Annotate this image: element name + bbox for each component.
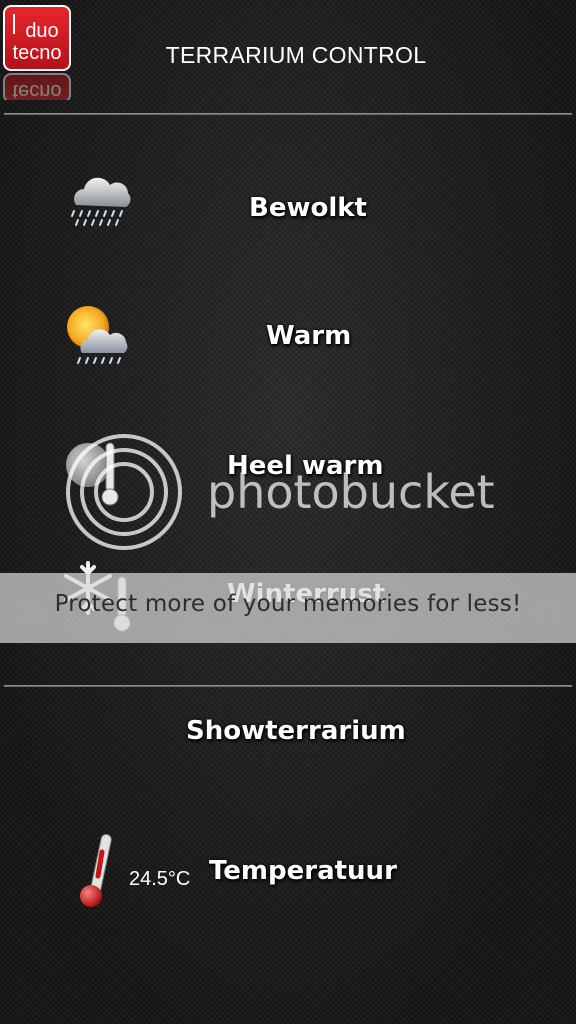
mode-warm-button[interactable]: Warm xyxy=(0,285,576,395)
mode-heel-warm-label: Heel warm xyxy=(227,451,384,481)
section-divider xyxy=(4,685,572,687)
temperature-value: 24.5°C xyxy=(129,868,191,890)
thermometer-sun-icon xyxy=(62,435,132,519)
mode-winterrust-button[interactable]: Winterrust xyxy=(0,545,576,655)
svg-text:tecno: tecno xyxy=(13,80,62,100)
temperature-label: Temperatuur xyxy=(209,856,397,886)
temperature-row[interactable]: 24.5°C Temperatuur xyxy=(0,820,576,930)
snowflake-icon xyxy=(60,557,140,637)
svg-text:duo: duo xyxy=(25,20,58,42)
page-title: TERRARIUM CONTROL xyxy=(165,42,427,68)
header-divider xyxy=(4,113,572,115)
thermometer-icon xyxy=(74,830,114,918)
cloud-rain-icon xyxy=(64,173,140,233)
mode-bewolkt-button[interactable]: Bewolkt xyxy=(0,155,576,265)
mode-warm-label: Warm xyxy=(266,321,352,351)
svg-text:tecno: tecno xyxy=(13,42,62,64)
mode-bewolkt-label: Bewolkt xyxy=(249,193,367,223)
showterrarium-label: Showterrarium xyxy=(186,716,406,746)
mode-heel-warm-button[interactable]: Heel warm xyxy=(0,415,576,525)
showterrarium-button[interactable]: Showterrarium xyxy=(0,690,576,800)
duotecno-logo: duo tecno tecno xyxy=(2,4,72,103)
sun-cloud-rain-icon xyxy=(62,303,142,373)
mode-winterrust-label: Winterrust xyxy=(227,579,386,609)
